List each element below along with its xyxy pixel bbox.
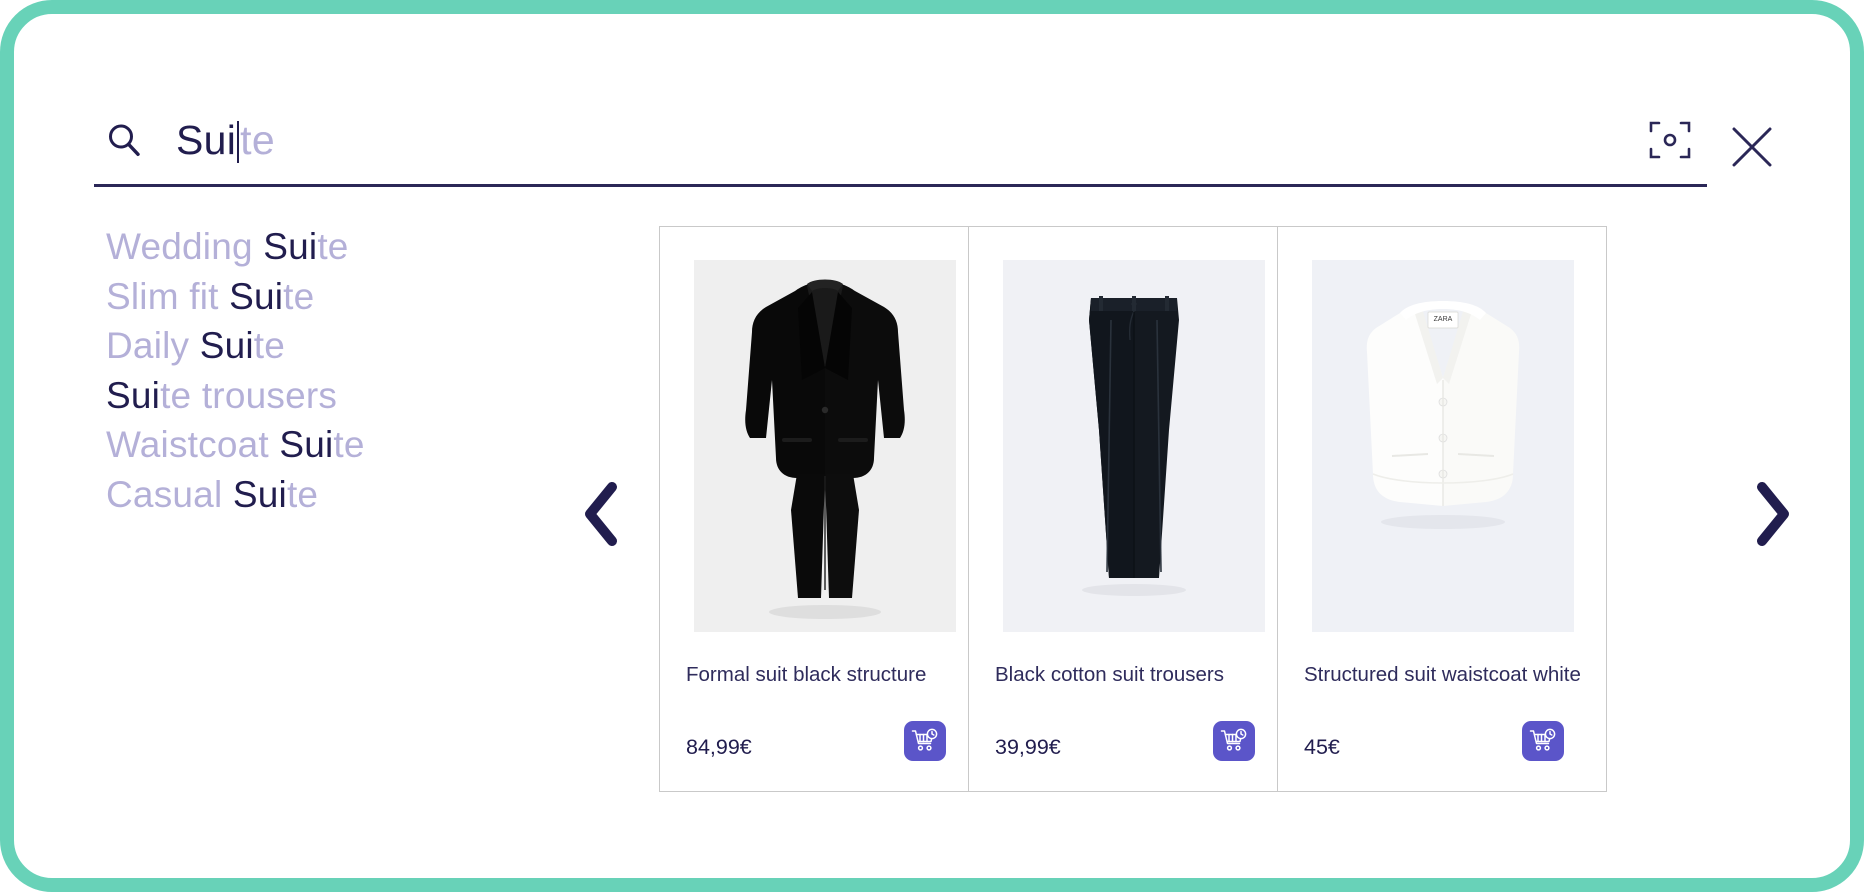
search-underline: [94, 184, 1707, 187]
suggestion-item[interactable]: Wedding Suite: [106, 222, 586, 272]
add-to-cart-button[interactable]: [904, 721, 946, 761]
close-icon[interactable]: [1729, 124, 1775, 170]
suggestion-match: Sui: [106, 374, 161, 416]
add-to-cart-button[interactable]: [1213, 721, 1255, 761]
add-to-cart-button[interactable]: [1522, 721, 1564, 761]
product-title: Structured suit waistcoat white: [1304, 663, 1581, 686]
product-price: 39,99€: [995, 735, 1061, 759]
search-bar: Sui te: [94, 100, 1707, 187]
search-suggestions-list: Wedding Suite Slim fit Suite Daily Suite…: [106, 222, 586, 519]
suggestion-suffix: te: [286, 473, 319, 515]
suggestion-suffix: te: [317, 226, 349, 267]
svg-text:ZARA: ZARA: [1434, 316, 1453, 323]
suggestion-item[interactable]: Casual Suite: [106, 470, 586, 520]
search-ghost-completion: te: [240, 116, 275, 163]
suggestion-prefix: Casual: [106, 473, 233, 515]
suggestion-prefix: Waistcoat: [106, 424, 280, 465]
chevron-left-icon[interactable]: [579, 481, 623, 547]
product-title: Black cotton suit trousers: [995, 663, 1225, 686]
suggestion-match: Sui: [229, 275, 284, 317]
suggestion-match: Sui: [199, 325, 254, 366]
suggestion-prefix: Daily: [106, 325, 200, 366]
search-icon: [106, 122, 142, 158]
white-suit-waistcoat-image: ZARA: [1312, 260, 1574, 632]
black-suit-trousers-image: [1003, 260, 1265, 632]
chevron-right-icon[interactable]: [1751, 481, 1795, 547]
suggestion-match: Sui: [232, 473, 287, 515]
suggestion-suffix: te: [253, 325, 286, 366]
suggestion-suffix: te: [283, 275, 315, 317]
suggestion-item[interactable]: Waistcoat Suite: [106, 420, 586, 470]
search-input[interactable]: Sui te: [176, 100, 275, 180]
suggestion-item[interactable]: Daily Suite: [106, 321, 586, 371]
suggestion-prefix: Wedding: [106, 226, 264, 267]
product-card[interactable]: Formal suit black structure 84,99€: [659, 226, 989, 792]
visual-search-icon[interactable]: [1647, 117, 1693, 163]
product-price: 84,99€: [686, 735, 752, 759]
suggestion-item[interactable]: Slim fit Suite: [106, 272, 586, 322]
product-title: Formal suit black structure: [686, 663, 927, 686]
search-typed-text: Sui: [176, 116, 237, 163]
black-formal-suit-image: [694, 260, 956, 632]
shopping-cart-icon: [911, 728, 938, 751]
suggestion-item[interactable]: Suite trousers: [106, 371, 586, 421]
product-price: 45€: [1304, 735, 1340, 759]
search-overlay-panel: Sui te Wedding Suite Slim fit Suite Dail…: [0, 0, 1864, 892]
suggestion-suffix: te trousers: [160, 374, 338, 416]
suggestion-match: Sui: [279, 424, 334, 465]
product-card[interactable]: Black cotton suit trousers 39,99€: [968, 226, 1298, 792]
suggestion-match: Sui: [263, 226, 318, 267]
shopping-cart-icon: [1220, 728, 1247, 751]
product-card[interactable]: ZARA Structured suit waistcoat white 45€: [1277, 226, 1607, 792]
shopping-cart-icon: [1529, 728, 1556, 751]
suggestion-prefix: Slim fit: [106, 275, 230, 317]
text-cursor: [237, 121, 240, 163]
suggestion-suffix: te: [333, 424, 365, 465]
